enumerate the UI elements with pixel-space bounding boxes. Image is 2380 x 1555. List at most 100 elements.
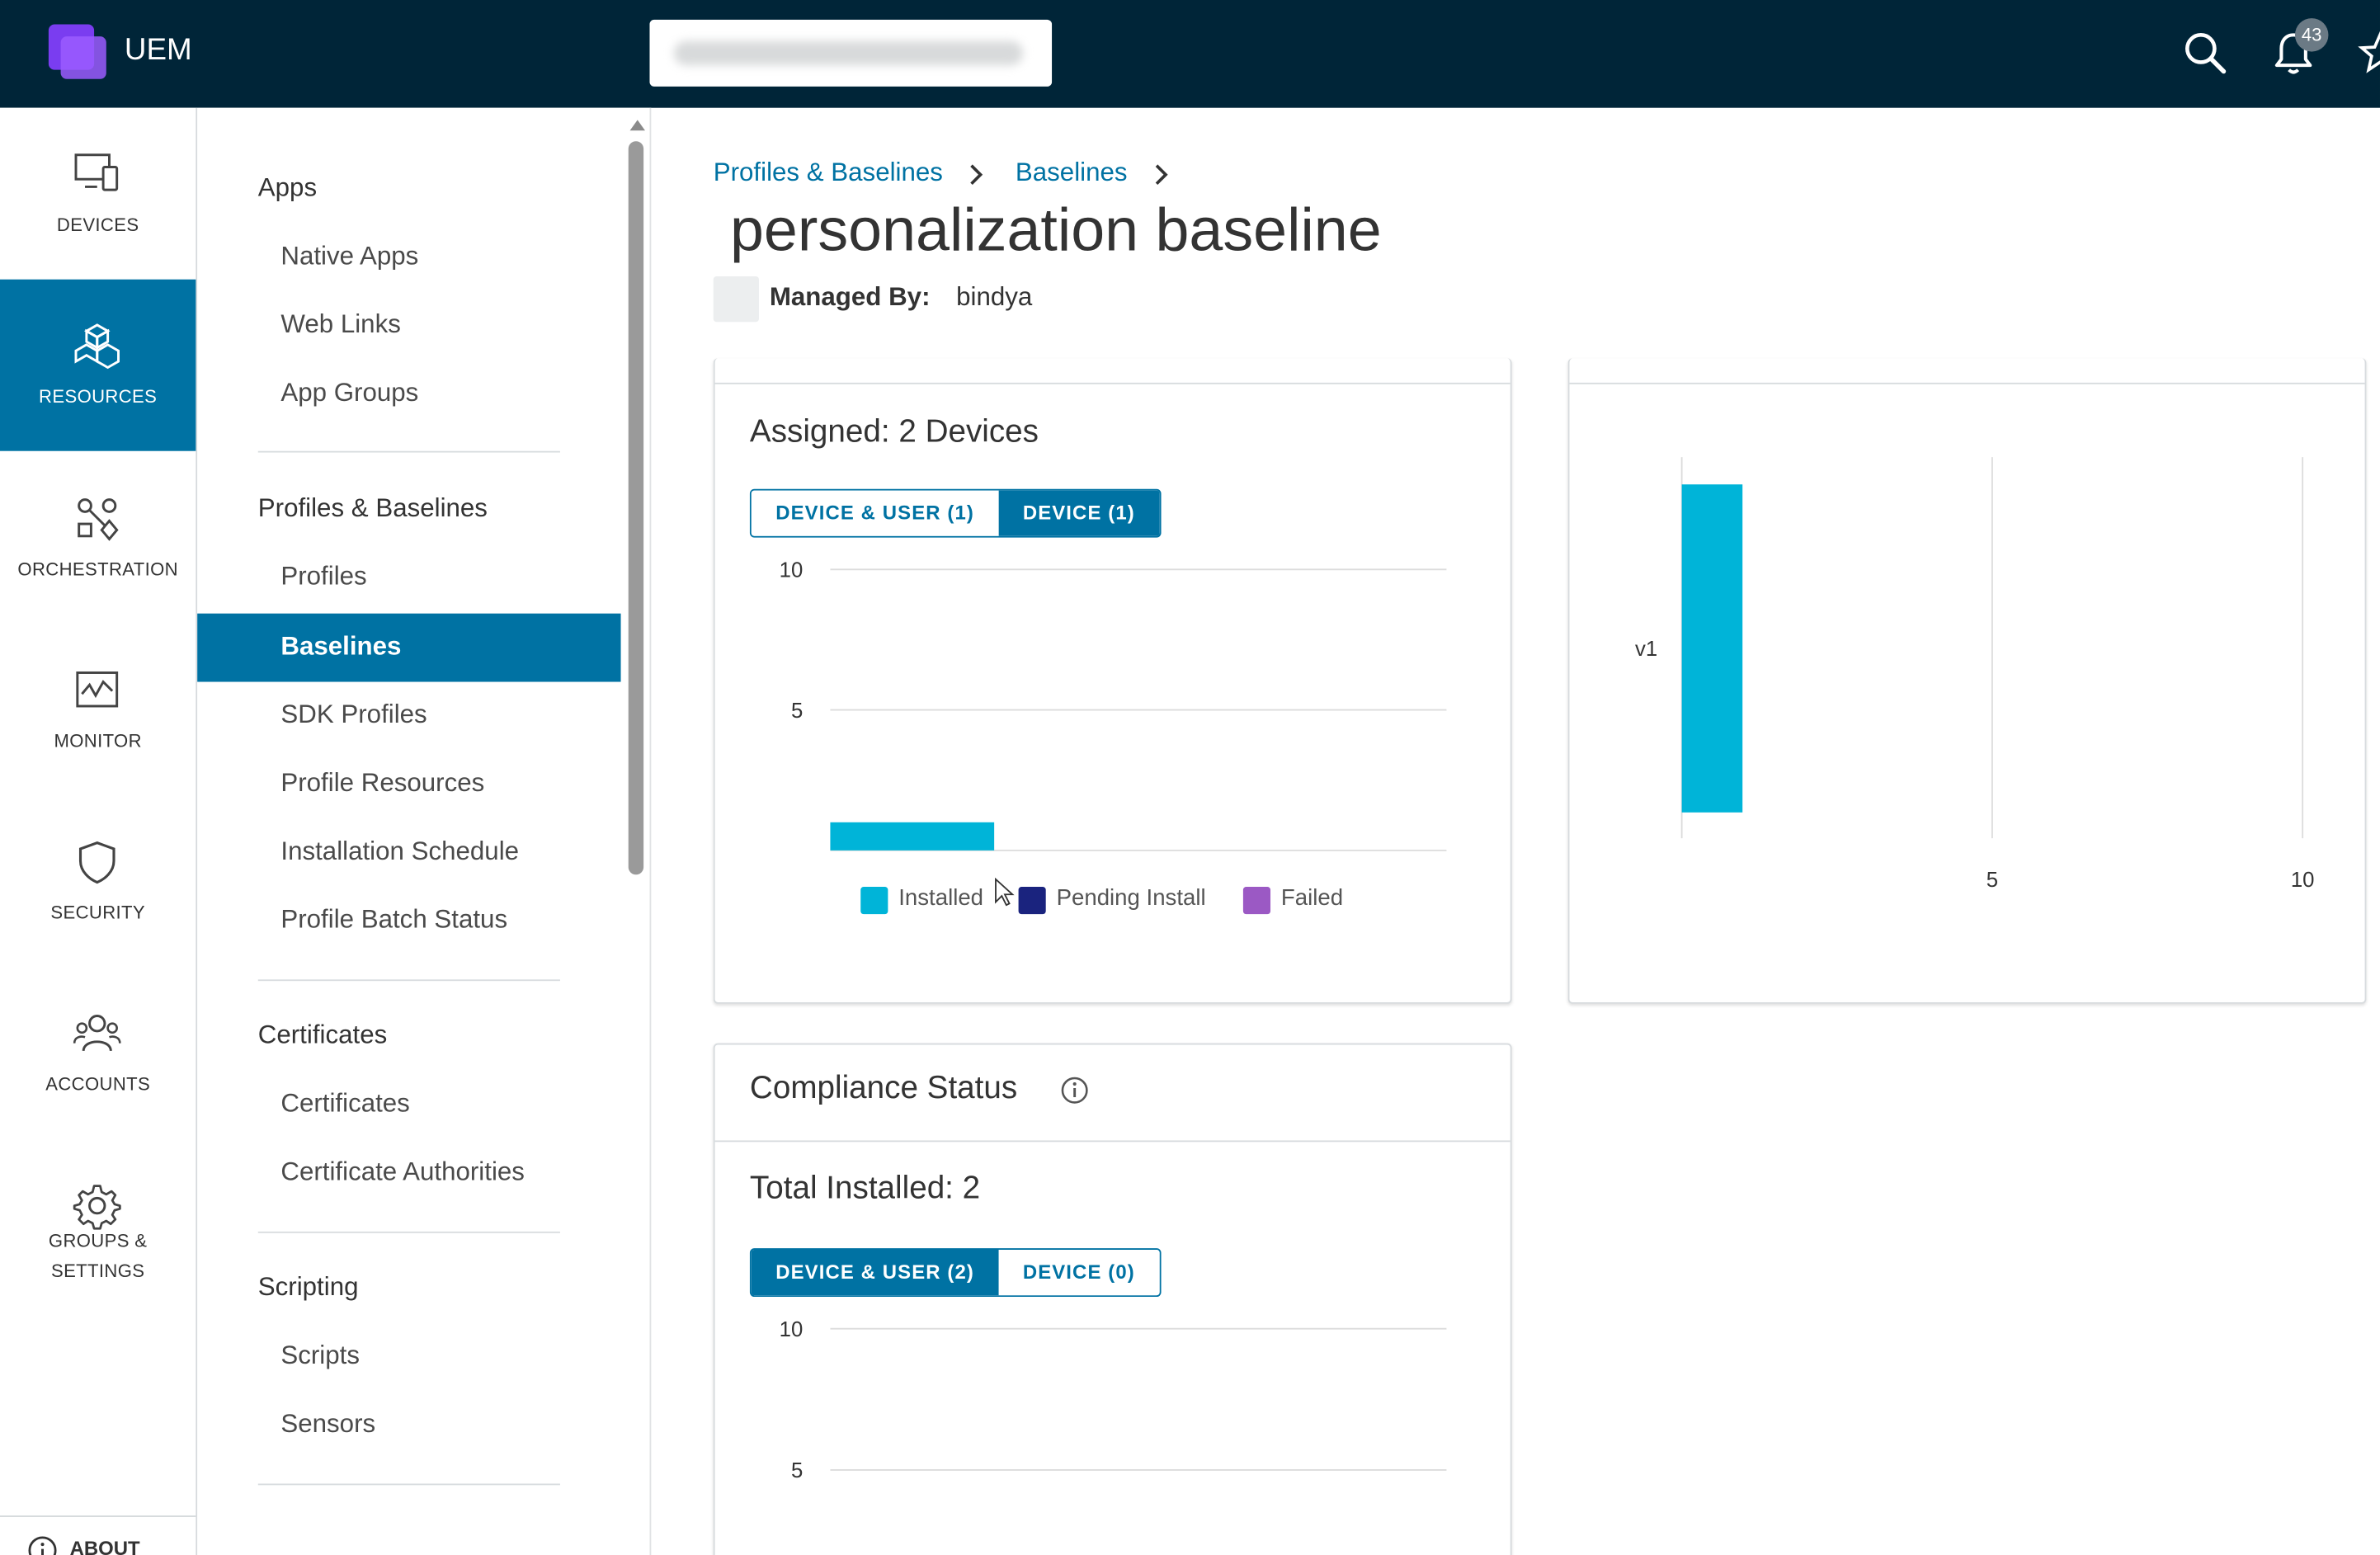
section-certificates: Certificates bbox=[257, 1020, 388, 1050]
subnav-sdk-profiles[interactable]: SDK Profiles bbox=[280, 700, 427, 731]
subnav-sensors[interactable]: Sensors bbox=[280, 1409, 375, 1440]
nav-groups-settings[interactable]: GROUPS & SETTINGS bbox=[0, 1139, 196, 1311]
managed-by-label: Managed By: bbox=[769, 282, 931, 312]
resources-icon bbox=[74, 323, 120, 370]
uem-logo[interactable] bbox=[48, 24, 110, 79]
category-label: v1 bbox=[1635, 638, 1657, 661]
info-icon bbox=[28, 1536, 57, 1555]
nav-devices-label: DEVICES bbox=[56, 214, 139, 236]
chevron-right-icon bbox=[1155, 164, 1168, 186]
subnav-web-links[interactable]: Web Links bbox=[280, 310, 400, 341]
y-tick-label: 5 bbox=[791, 700, 803, 723]
legend-failed[interactable]: Failed bbox=[1281, 885, 1343, 911]
subnav-profiles[interactable]: Profiles bbox=[280, 562, 366, 592]
page-title: personalization baseline bbox=[730, 197, 1382, 265]
search-icon[interactable] bbox=[2181, 29, 2230, 78]
monitor-icon bbox=[76, 671, 119, 708]
tab-device-user[interactable]: DEVICE & USER (1) bbox=[751, 490, 999, 536]
section-profiles-baselines: Profiles & Baselines bbox=[257, 493, 488, 523]
divider bbox=[257, 1231, 560, 1233]
tab-device[interactable]: DEVICE (0) bbox=[998, 1249, 1160, 1296]
assigned-heading: Assigned: 2 Devices bbox=[749, 414, 1039, 450]
nav-resources[interactable]: RESOURCES bbox=[0, 279, 196, 451]
tab-device-user[interactable]: DEVICE & USER (2) bbox=[751, 1249, 999, 1296]
subnav-certificates[interactable]: Certificates bbox=[280, 1089, 409, 1119]
y-tick-label: 10 bbox=[780, 1318, 804, 1341]
nav-devices[interactable]: DEVICES bbox=[0, 108, 196, 280]
nav-accounts-label: ACCOUNTS bbox=[45, 1073, 151, 1096]
divider bbox=[257, 979, 560, 982]
subnav-app-groups[interactable]: App Groups bbox=[280, 378, 418, 408]
total-installed-heading: Total Installed: 2 bbox=[749, 1171, 981, 1206]
breadcrumb-baselines[interactable]: Baselines bbox=[1016, 158, 1128, 188]
scroll-up-arrow-icon[interactable] bbox=[629, 120, 645, 131]
nav-orchestration-label: ORCHESTRATION bbox=[17, 558, 178, 581]
subnav-profile-resources[interactable]: Profile Resources bbox=[280, 768, 484, 799]
legend-swatch-pending bbox=[1018, 887, 1046, 915]
divider bbox=[257, 450, 560, 453]
primary-nav: DEVICES RESOURCES ORCHESTRATION MONITOR … bbox=[0, 107, 198, 1555]
nav-groups-label: GROUPS & bbox=[48, 1230, 148, 1251]
compliance-card: Compliance Status Total Installed: 2 DEV… bbox=[713, 1043, 1512, 1555]
compliance-tab-group: DEVICE & USER (2) DEVICE (0) bbox=[749, 1248, 1162, 1298]
about-link[interactable]: ABOUT bbox=[0, 1515, 196, 1555]
version-chart: 5 10 v1 bbox=[1635, 457, 2315, 892]
app-name: UEM bbox=[124, 33, 192, 67]
notification-badge: 43 bbox=[2294, 18, 2329, 52]
x-tick-label: 5 bbox=[1986, 869, 1998, 892]
compliance-chart: 10 5 bbox=[780, 1318, 1447, 1482]
tab-device[interactable]: DEVICE (1) bbox=[998, 490, 1160, 536]
org-group-selector[interactable] bbox=[649, 19, 1053, 87]
nav-orchestration[interactable]: ORCHESTRATION bbox=[0, 453, 196, 624]
chevron-right-icon bbox=[970, 164, 983, 186]
managed-by-value: bindya bbox=[956, 282, 1033, 312]
nav-settings-label: SETTINGS bbox=[50, 1260, 145, 1282]
nav-monitor[interactable]: MONITOR bbox=[0, 624, 196, 796]
bar-installed bbox=[830, 822, 995, 851]
nav-monitor-label: MONITOR bbox=[54, 730, 142, 752]
nav-resources-label: RESOURCES bbox=[39, 385, 158, 408]
mouse-cursor-icon bbox=[995, 877, 1015, 907]
info-icon[interactable] bbox=[1059, 1075, 1090, 1105]
accounts-icon bbox=[73, 1015, 121, 1052]
section-scripting: Scripting bbox=[257, 1272, 359, 1302]
card-divider bbox=[714, 1140, 1510, 1143]
nav-security[interactable]: SECURITY bbox=[0, 796, 196, 968]
assigned-chart: 5 10 bbox=[780, 559, 1447, 851]
breadcrumb-profiles-baselines[interactable]: Profiles & Baselines bbox=[714, 158, 943, 188]
section-apps: Apps bbox=[257, 172, 318, 202]
subnav-certificate-authorities[interactable]: Certificate Authorities bbox=[280, 1157, 525, 1188]
subnav-baselines[interactable]: Baselines bbox=[197, 613, 621, 682]
card-divider bbox=[1569, 382, 2365, 384]
compliance-title: Compliance Status bbox=[749, 1070, 1018, 1106]
star-icon[interactable] bbox=[2356, 29, 2380, 78]
subnav-scrollbar[interactable] bbox=[625, 108, 647, 1555]
nav-accounts[interactable]: ACCOUNTS bbox=[0, 968, 196, 1139]
x-tick-label: 10 bbox=[2291, 869, 2315, 892]
top-bar: UEM 43 bbox=[0, 0, 2380, 108]
org-group-blurred-text bbox=[673, 40, 1024, 66]
subnav-baselines-label: Baselines bbox=[280, 631, 402, 661]
shield-icon bbox=[78, 841, 115, 884]
legend-installed[interactable]: Installed bbox=[898, 885, 983, 911]
devices-icon bbox=[74, 153, 119, 191]
subnav-profile-batch-status[interactable]: Profile Batch Status bbox=[280, 905, 507, 935]
y-tick-label: 5 bbox=[791, 1459, 803, 1482]
about-label: ABOUT bbox=[69, 1536, 140, 1555]
assigned-tab-group: DEVICE & USER (1) DEVICE (1) bbox=[749, 488, 1162, 538]
subnav-installation-schedule[interactable]: Installation Schedule bbox=[280, 836, 519, 867]
secondary-nav: Apps Native Apps Web Links App Groups Pr… bbox=[197, 107, 652, 1555]
orchestration-icon bbox=[78, 498, 119, 541]
y-tick-label: 10 bbox=[780, 559, 804, 582]
subnav-native-apps[interactable]: Native Apps bbox=[280, 242, 418, 272]
assigned-card: Assigned: 2 Devices DEVICE & USER (1) DE… bbox=[713, 358, 1512, 1004]
version-card: 5 10 v1 bbox=[1567, 358, 2367, 1004]
app-window: UEM 43 DEVICES RESOURCES ORCHESTRATION M… bbox=[0, 0, 2380, 1555]
legend-pending-install[interactable]: Pending Install bbox=[1057, 885, 1206, 911]
scroll-thumb[interactable] bbox=[628, 141, 644, 875]
card-divider bbox=[714, 382, 1510, 384]
legend-swatch-failed bbox=[1242, 887, 1271, 915]
legend-swatch-installed bbox=[860, 887, 888, 915]
divider bbox=[257, 1483, 560, 1486]
subnav-scripts[interactable]: Scripts bbox=[280, 1341, 360, 1371]
